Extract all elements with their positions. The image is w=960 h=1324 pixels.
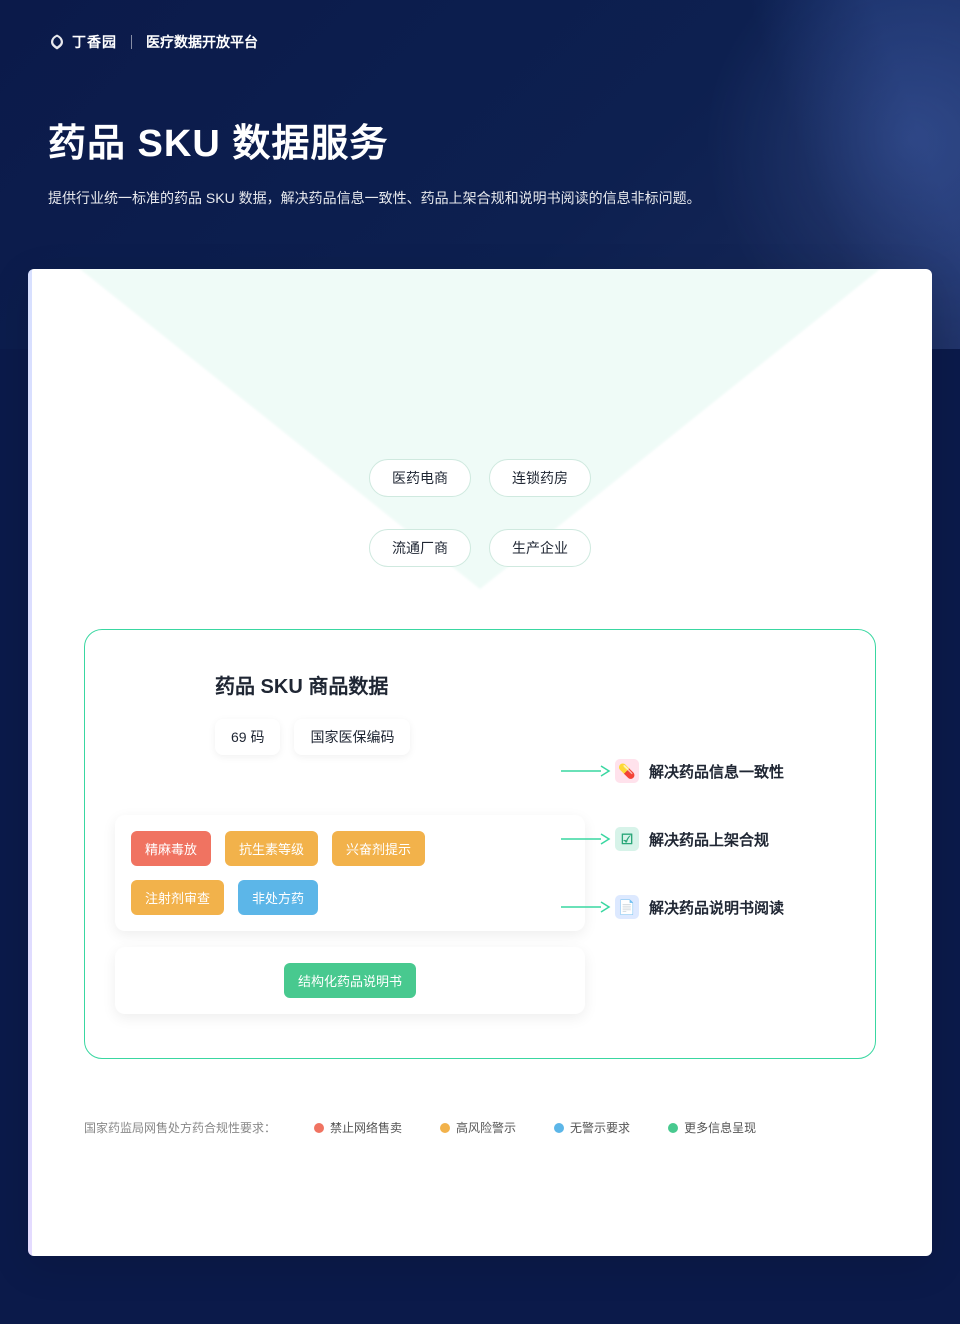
main-card: 医药电商 连锁药房 流通厂商 生产企业 药品 SKU 商品数据 69 码 国家医… <box>28 269 932 1256</box>
benefit-consistency: 💊 解决药品信息一致性 <box>615 759 845 783</box>
dot-icon <box>314 1123 324 1133</box>
arrow-icon <box>561 900 611 914</box>
legend-title: 国家药监局网售处方药合规性要求： <box>84 1119 276 1136</box>
tag-structured-instructions: 结构化药品说明书 <box>284 963 416 998</box>
brand-logo[interactable]: 丁香园 <box>48 32 117 52</box>
checklist-icon: ☑ <box>615 827 639 851</box>
top-bar: 丁香园 医疗数据开放平台 <box>48 32 912 52</box>
document-icon: 📄 <box>615 895 639 919</box>
tag-narcotic: 精麻毒放 <box>131 831 211 866</box>
pill-manufacturer: 生产企业 <box>489 529 591 567</box>
legend-item-highrisk: 高风险警示 <box>440 1119 516 1136</box>
tag-antibiotic: 抗生素等级 <box>225 831 318 866</box>
chip-69-code: 69 码 <box>215 719 280 755</box>
brand-text: 丁香园 <box>72 32 117 52</box>
instructions-panel: 结构化药品说明书 <box>115 947 585 1014</box>
funnel-row-2: 流通厂商 生产企业 <box>369 529 591 567</box>
benefit-label: 解决药品说明书阅读 <box>649 897 784 918</box>
code-row: 69 码 国家医保编码 <box>215 719 845 755</box>
benefit-label: 解决药品信息一致性 <box>649 761 784 782</box>
funnel-diagram: 医药电商 连锁药房 流通厂商 生产企业 <box>84 309 876 609</box>
legend-item-nowarning: 无警示要求 <box>554 1119 630 1136</box>
benefit-label: 解决药品上架合规 <box>649 829 769 850</box>
sku-panels: 精麻毒放 抗生素等级 兴奋剂提示 注射剂审查 非处方药 结构化药品说明书 <box>115 815 585 1014</box>
platform-name[interactable]: 医疗数据开放平台 <box>146 32 258 52</box>
dot-icon <box>668 1123 678 1133</box>
dot-icon <box>440 1123 450 1133</box>
legend-item-moreinfo: 更多信息呈现 <box>668 1119 756 1136</box>
legend-row: 国家药监局网售处方药合规性要求： 禁止网络售卖 高风险警示 无警示要求 更多信息… <box>84 1119 876 1136</box>
pill-icon: 💊 <box>615 759 639 783</box>
arrow-icon <box>561 764 611 778</box>
dot-icon <box>554 1123 564 1133</box>
tag-otc: 非处方药 <box>238 880 318 915</box>
tag-stimulant: 兴奋剂提示 <box>332 831 425 866</box>
tag-injection: 注射剂审查 <box>131 880 224 915</box>
benefits-column: 💊 解决药品信息一致性 ☑ 解决药品上架合规 📄 <box>615 759 845 919</box>
page-title: 药品 SKU 数据服务 <box>48 112 912 167</box>
divider-icon <box>131 35 132 49</box>
legend-item-forbidden: 禁止网络售卖 <box>314 1119 402 1136</box>
card-wrapper: 医药电商 连锁药房 流通厂商 生产企业 药品 SKU 商品数据 69 码 国家医… <box>0 269 960 1296</box>
page-subtitle: 提供行业统一标准的药品 SKU 数据，解决药品信息一致性、药品上架合规和说明书阅… <box>48 187 912 209</box>
sku-data-box: 药品 SKU 商品数据 69 码 国家医保编码 精麻毒放 抗生素等级 兴奋剂提示… <box>84 629 876 1059</box>
pill-ecommerce: 医药电商 <box>369 459 471 497</box>
leaf-icon <box>48 33 66 51</box>
compliance-tags-panel: 精麻毒放 抗生素等级 兴奋剂提示 注射剂审查 非处方药 <box>115 815 585 931</box>
sku-box-content: 精麻毒放 抗生素等级 兴奋剂提示 注射剂审查 非处方药 结构化药品说明书 <box>115 815 845 1014</box>
benefit-compliance: ☑ 解决药品上架合规 <box>615 827 845 851</box>
funnel-row-1: 医药电商 连锁药房 <box>369 459 591 497</box>
sku-box-title: 药品 SKU 商品数据 <box>215 670 845 699</box>
arrow-icon <box>561 832 611 846</box>
benefit-instructions: 📄 解决药品说明书阅读 <box>615 895 845 919</box>
pill-distributor: 流通厂商 <box>369 529 471 567</box>
pill-chain-pharmacy: 连锁药房 <box>489 459 591 497</box>
chip-insurance-code: 国家医保编码 <box>294 719 410 755</box>
